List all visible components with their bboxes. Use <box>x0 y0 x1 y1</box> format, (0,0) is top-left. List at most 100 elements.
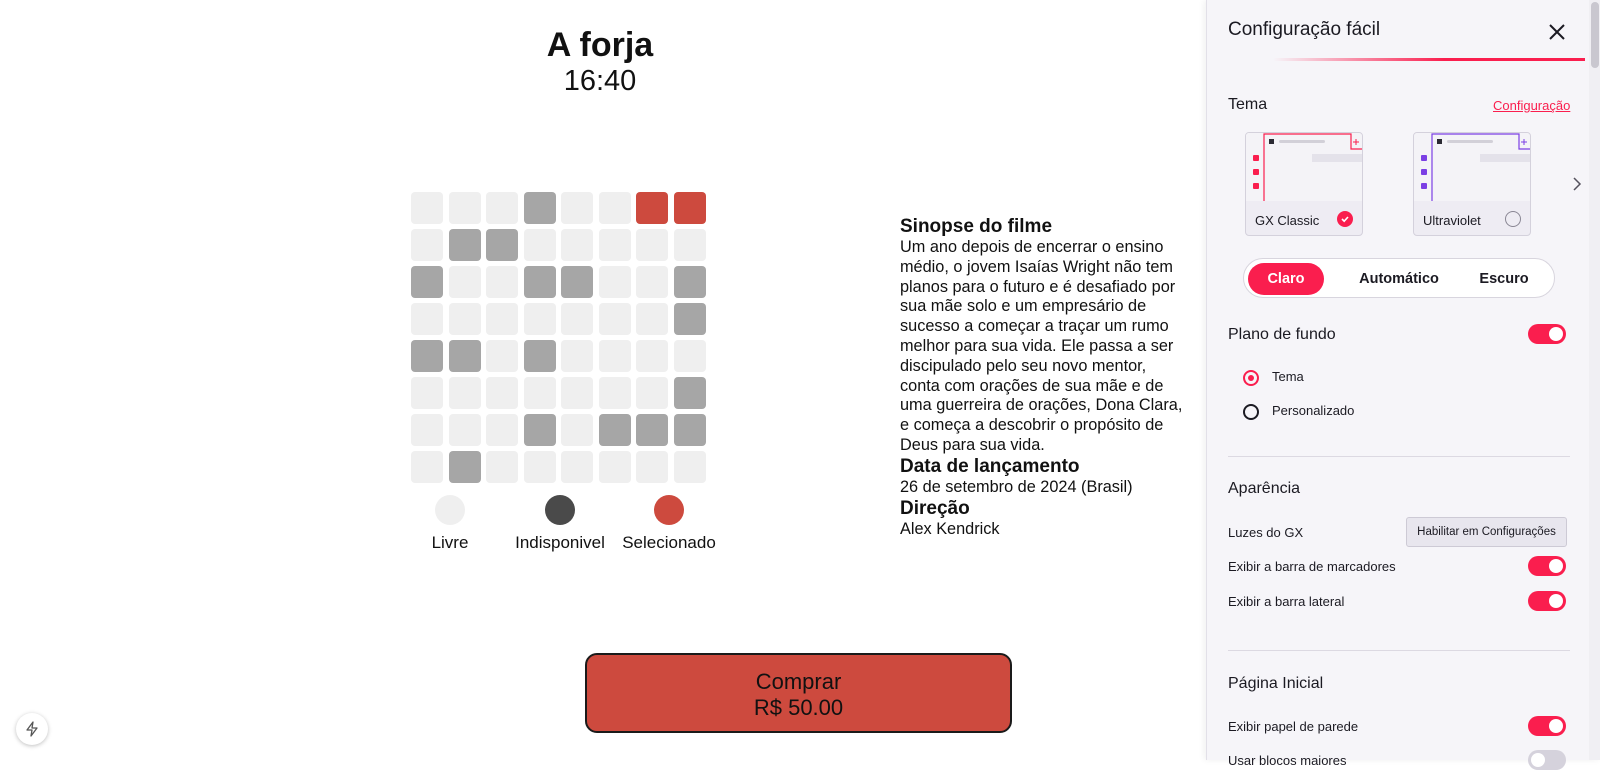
legend-unavailable-dot <box>545 495 575 525</box>
seat-free[interactable] <box>523 303 556 335</box>
seat-unavailable <box>598 414 631 446</box>
background-toggle[interactable] <box>1528 324 1566 344</box>
mode-light-button[interactable]: Claro <box>1248 263 1324 295</box>
seat-free[interactable] <box>486 192 518 224</box>
background-theme-radio[interactable] <box>1243 370 1259 386</box>
legend-free-label: Livre <box>431 533 469 552</box>
buy-label: Comprar <box>755 669 842 694</box>
seat-free[interactable] <box>561 303 593 335</box>
seat-unavailable <box>523 340 556 372</box>
seat-free[interactable] <box>673 229 706 261</box>
seat-free[interactable] <box>598 377 631 409</box>
seat-free[interactable] <box>523 451 556 483</box>
seat-free[interactable] <box>636 266 668 298</box>
seat-unavailable <box>486 229 518 261</box>
unchecked-circle-icon <box>1505 211 1521 227</box>
seat-free[interactable] <box>448 303 481 335</box>
legend-unavailable-label: Indisponivel <box>515 533 605 552</box>
scrollbar-track[interactable] <box>1589 0 1600 760</box>
seat-free[interactable] <box>561 229 593 261</box>
bookmarks-bar-toggle[interactable] <box>1528 556 1566 576</box>
close-icon[interactable] <box>1545 20 1569 44</box>
seat-free[interactable] <box>486 266 518 298</box>
seat-free[interactable] <box>448 377 481 409</box>
seat-free[interactable] <box>673 340 706 372</box>
buy-price: R$ 50.00 <box>753 695 844 720</box>
quick-action-button[interactable] <box>16 713 48 745</box>
seat-free[interactable] <box>486 451 518 483</box>
seat-free[interactable] <box>636 229 668 261</box>
seat-free[interactable] <box>636 303 668 335</box>
seat-free[interactable] <box>486 414 518 446</box>
legend-selected-dot <box>654 495 684 525</box>
seat-free[interactable] <box>523 229 556 261</box>
gx-classic-preview-icon <box>1246 133 1362 201</box>
legend-selected: Selecionado <box>609 495 729 553</box>
ultraviolet-preview-icon <box>1414 133 1530 201</box>
theme-card-ultraviolet[interactable]: Ultraviolet <box>1413 132 1531 236</box>
seat-free[interactable] <box>598 192 631 224</box>
seat-free[interactable] <box>411 303 443 335</box>
seat-free[interactable] <box>561 340 593 372</box>
seat-map <box>411 192 709 483</box>
seat-unavailable <box>523 414 556 446</box>
buy-button[interactable]: Comprar R$ 50.00 <box>585 653 1012 733</box>
background-theme-label: Tema <box>1272 369 1304 384</box>
scrollbar-thumb[interactable] <box>1591 2 1599 68</box>
divider <box>1228 456 1570 457</box>
seat-free[interactable] <box>411 451 443 483</box>
easy-setup-panel: Configuração fácil Tema Configuração GX … <box>1206 0 1600 770</box>
seat-free[interactable] <box>448 414 481 446</box>
seat-free[interactable] <box>598 266 631 298</box>
gx-lights-label: Luzes do GX <box>1228 525 1304 540</box>
seat-free[interactable] <box>561 192 593 224</box>
seat-selected[interactable] <box>673 192 706 224</box>
chevron-right-icon[interactable] <box>1571 176 1583 192</box>
seat-free[interactable] <box>598 229 631 261</box>
director-heading: Direção <box>900 497 970 519</box>
big-blocks-toggle[interactable] <box>1528 750 1566 770</box>
seat-free[interactable] <box>561 414 593 446</box>
seat-free[interactable] <box>448 266 481 298</box>
seat-free[interactable] <box>636 451 668 483</box>
appearance-section-title: Aparência <box>1228 480 1301 497</box>
bookmarks-bar-label: Exibir a barra de marcadores <box>1228 559 1396 574</box>
mode-auto-button[interactable]: Automático <box>1344 263 1454 295</box>
background-section-title: Plano de fundo <box>1228 326 1336 343</box>
seat-free[interactable] <box>411 414 443 446</box>
enable-in-settings-button[interactable]: Habilitar em Configurações <box>1406 517 1567 547</box>
seat-free[interactable] <box>561 377 593 409</box>
seat-free[interactable] <box>448 192 481 224</box>
seat-free[interactable] <box>598 340 631 372</box>
release-date: 26 de setembro de 2024 (Brasil) <box>900 477 1133 496</box>
seat-free[interactable] <box>486 303 518 335</box>
seat-free[interactable] <box>561 451 593 483</box>
theme-settings-link[interactable]: Configuração <box>1493 98 1570 113</box>
seat-unavailable <box>636 414 668 446</box>
seat-free[interactable] <box>411 229 443 261</box>
background-custom-radio[interactable] <box>1243 404 1259 420</box>
seat-free[interactable] <box>411 377 443 409</box>
mode-dark-button[interactable]: Escuro <box>1464 263 1544 295</box>
release-heading: Data de lançamento <box>900 455 1080 477</box>
seat-free[interactable] <box>636 340 668 372</box>
seat-unavailable <box>523 192 556 224</box>
seat-free[interactable] <box>636 377 668 409</box>
legend-unavailable: Indisponivel <box>500 495 620 553</box>
seat-free[interactable] <box>411 192 443 224</box>
seat-unavailable <box>411 266 443 298</box>
sidebar-toggle[interactable] <box>1528 591 1566 611</box>
seat-free[interactable] <box>598 451 631 483</box>
theme-card-gx-classic[interactable]: GX Classic <box>1245 132 1363 236</box>
movie-title: A forja <box>546 26 654 64</box>
seat-free[interactable] <box>598 303 631 335</box>
seat-free[interactable] <box>486 340 518 372</box>
check-icon <box>1337 211 1353 227</box>
seat-free[interactable] <box>523 377 556 409</box>
wallpaper-toggle[interactable] <box>1528 716 1566 736</box>
seat-unavailable <box>448 451 481 483</box>
seat-free[interactable] <box>673 451 706 483</box>
big-blocks-label: Usar blocos maiores <box>1228 753 1347 768</box>
seat-selected[interactable] <box>636 192 668 224</box>
seat-free[interactable] <box>486 377 518 409</box>
